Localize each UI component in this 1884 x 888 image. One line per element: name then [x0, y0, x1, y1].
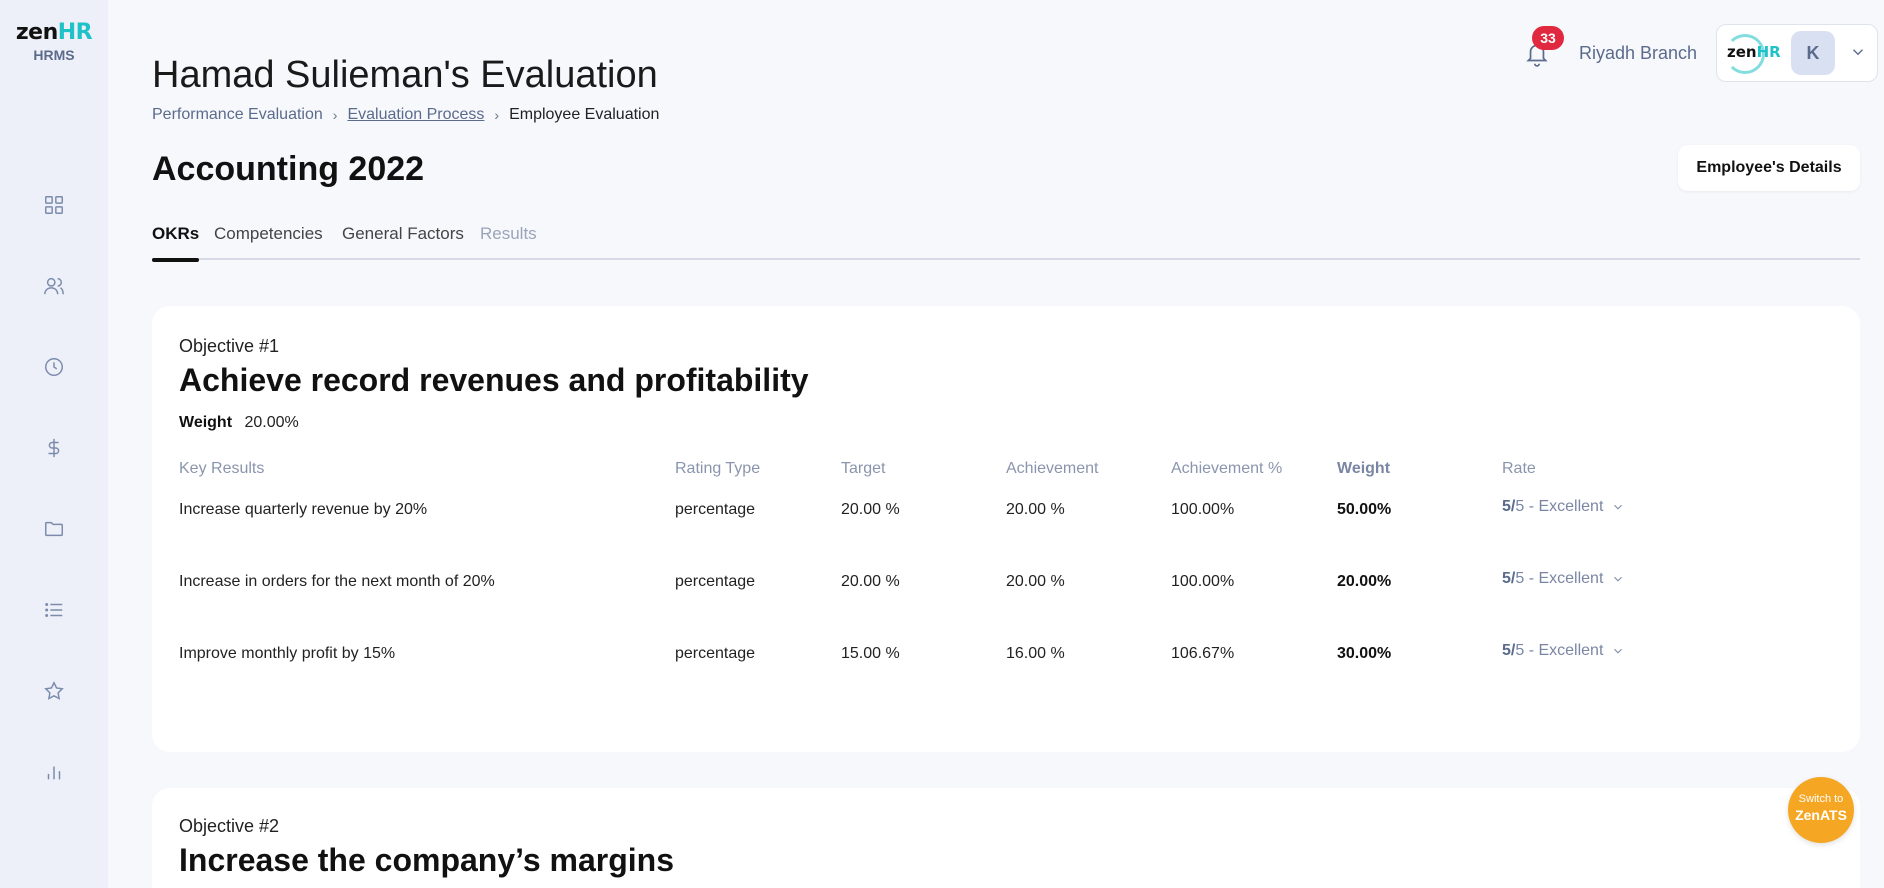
chevron-down-icon[interactable]: [1849, 43, 1867, 61]
breadcrumb-chevron-icon: ›: [332, 107, 338, 123]
rating-type: percentage: [675, 501, 756, 518]
objective-title: Achieve record revenues and profitabilit…: [179, 362, 809, 398]
chevron-down-icon: [1614, 504, 1623, 510]
zenhr-logo[interactable]: zenHR HRMS: [0, 20, 108, 63]
key-result-text: Increase in orders for the next month of…: [179, 573, 495, 590]
list-icon[interactable]: [40, 596, 68, 624]
column-header-achievement-pct: Achievement %: [1171, 460, 1283, 477]
page-title: Hamad Sulieman's Evaluation: [152, 54, 658, 96]
objective-weight-value: 20.00%: [244, 414, 299, 431]
rate-score: 5/: [1502, 570, 1516, 587]
rating-type: percentage: [675, 645, 756, 662]
objective-card: Objective #2 Increase the company’s marg…: [152, 788, 1860, 888]
folder-icon[interactable]: [40, 515, 68, 543]
sidebar: zenHR HRMS: [0, 0, 108, 888]
breadcrumb-employee-evaluation: Employee Evaluation: [509, 106, 660, 123]
column-header-rate: Rate: [1502, 460, 1536, 477]
achievement-pct-value: 100.00%: [1171, 501, 1235, 518]
clock-icon[interactable]: [40, 353, 68, 381]
switch-button-top-text: Switch to: [1798, 793, 1844, 805]
tab-results[interactable]: Results: [480, 224, 537, 254]
bar-chart-icon[interactable]: [40, 758, 68, 786]
chevron-down-icon: [1614, 648, 1623, 654]
column-header-weight: Weight: [1337, 460, 1391, 477]
company-logo: zenHR: [1727, 43, 1781, 61]
objective-weight-label: Weight: [179, 414, 233, 431]
rate-score: 5/: [1502, 642, 1516, 659]
achievement-pct-value: 106.67%: [1171, 645, 1235, 662]
weight-value: 50.00%: [1337, 501, 1392, 518]
rate-label: 5 - Excellent: [1515, 642, 1604, 659]
rate-label: 5 - Excellent: [1515, 498, 1604, 515]
target-value: 20.00 %: [841, 573, 900, 590]
column-header-key-results: Key Results: [179, 460, 265, 477]
objective-number: Objective #2: [179, 816, 280, 836]
objective-title: Increase the company’s margins: [179, 842, 675, 878]
column-header-rating-type: Rating Type: [675, 460, 761, 477]
switch-to-zenats-button[interactable]: Switch to ZenATS: [1788, 777, 1854, 843]
rate-dropdown[interactable]: 5/5 - Excellent: [1502, 642, 1625, 660]
tab-okrs[interactable]: OKRs: [152, 224, 200, 262]
tab-competencies[interactable]: Competencies: [214, 224, 323, 254]
target-value: 20.00 %: [841, 501, 900, 518]
column-header-achievement: Achievement: [1006, 460, 1099, 477]
objective-number: Objective #1: [179, 336, 280, 356]
rate-dropdown[interactable]: 5/5 - Excellent: [1502, 498, 1625, 516]
objective-weight: Weight 20.00%: [179, 414, 299, 432]
evaluation-subtitle: Accounting 2022: [152, 150, 425, 188]
chevron-down-icon: [1614, 576, 1623, 582]
weight-value: 30.00%: [1337, 645, 1392, 662]
breadcrumb-chevron-icon: ›: [494, 107, 500, 123]
achievement-value: 20.00 %: [1006, 501, 1065, 518]
star-icon[interactable]: [40, 677, 68, 705]
employee-details-button[interactable]: Employee's Details: [1678, 145, 1860, 191]
target-value: 15.00 %: [841, 645, 900, 662]
branch-selector[interactable]: Riyadh Branch: [1579, 43, 1697, 64]
logo-subtitle: HRMS: [33, 47, 75, 63]
users-icon[interactable]: [40, 272, 68, 300]
tab-bar: OKRs Competencies General Factors Result…: [152, 222, 1860, 262]
avatar[interactable]: K: [1791, 31, 1835, 75]
notification-badge: 33: [1532, 26, 1564, 50]
account-menu[interactable]: zenHR K: [1716, 24, 1878, 82]
achievement-value: 16.00 %: [1006, 645, 1065, 662]
rating-type: percentage: [675, 573, 756, 590]
rate-dropdown[interactable]: 5/5 - Excellent: [1502, 570, 1625, 588]
breadcrumb: Performance Evaluation › Evaluation Proc…: [152, 106, 659, 124]
objective-card: Objective #1 Achieve record revenues and…: [152, 306, 1860, 752]
rate-label: 5 - Excellent: [1515, 570, 1604, 587]
column-header-target: Target: [841, 460, 886, 477]
key-result-text: Increase quarterly revenue by 20%: [179, 501, 428, 518]
achievement-pct-value: 100.00%: [1171, 573, 1235, 590]
switch-button-main-text: ZenATS: [1795, 807, 1847, 823]
rate-score: 5/: [1502, 498, 1516, 515]
achievement-value: 20.00 %: [1006, 573, 1065, 590]
logo-word-main: zen: [15, 20, 58, 45]
breadcrumb-performance-evaluation[interactable]: Performance Evaluation: [152, 106, 323, 124]
weight-value: 20.00%: [1337, 573, 1392, 590]
key-result-text: Improve monthly profit by 15%: [179, 645, 396, 662]
logo-word-accent: HR: [57, 20, 93, 45]
tab-general-factors[interactable]: General Factors: [342, 224, 464, 254]
grid-icon[interactable]: [40, 191, 68, 219]
dollar-icon[interactable]: [40, 434, 68, 462]
breadcrumb-evaluation-process[interactable]: Evaluation Process: [347, 106, 484, 124]
